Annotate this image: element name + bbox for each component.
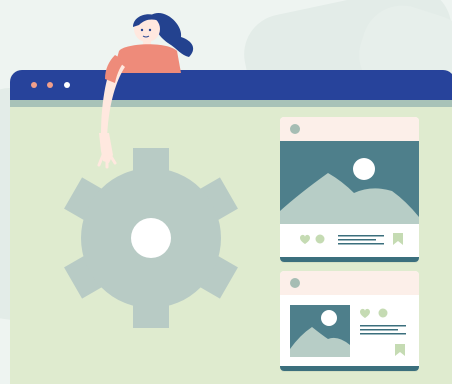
post-card[interactable] bbox=[280, 271, 419, 371]
post-actions bbox=[360, 308, 406, 356]
window-control-dot[interactable] bbox=[47, 82, 53, 88]
text-line bbox=[360, 325, 406, 327]
sun-icon bbox=[321, 310, 337, 326]
post-header bbox=[280, 271, 419, 295]
post-card[interactable] bbox=[280, 117, 419, 262]
eye bbox=[148, 28, 152, 32]
text-line bbox=[360, 329, 398, 331]
settings-gear-icon bbox=[64, 148, 238, 328]
titlebar-shadow bbox=[10, 100, 452, 107]
text-line bbox=[338, 239, 376, 241]
comment-icon bbox=[378, 308, 388, 318]
image-icon bbox=[280, 141, 419, 224]
bookmark-icon bbox=[393, 233, 403, 245]
post-footer-bar bbox=[280, 366, 419, 371]
sun-icon bbox=[353, 158, 375, 180]
post-header bbox=[280, 117, 419, 141]
image-icon bbox=[290, 305, 350, 357]
window-control-dot[interactable] bbox=[64, 82, 70, 88]
text-line bbox=[338, 235, 384, 237]
text-line bbox=[360, 333, 406, 335]
avatar bbox=[290, 278, 300, 288]
bookmark-icon bbox=[395, 344, 405, 356]
window-titlebar bbox=[10, 70, 452, 100]
avatar bbox=[290, 124, 300, 134]
heart-icon bbox=[360, 308, 370, 318]
eye bbox=[140, 28, 144, 32]
gear-hole bbox=[131, 218, 171, 258]
comment-icon bbox=[315, 234, 325, 244]
woman-character bbox=[97, 13, 194, 169]
heart-icon bbox=[300, 234, 310, 244]
post-footer-bar bbox=[280, 257, 419, 262]
text-line bbox=[338, 243, 384, 245]
window-control-dot[interactable] bbox=[31, 82, 37, 88]
post-actions bbox=[300, 233, 403, 245]
